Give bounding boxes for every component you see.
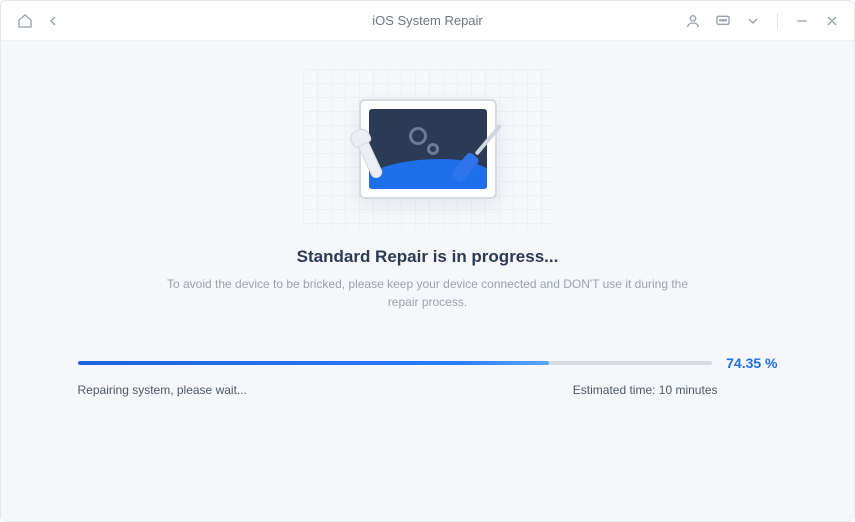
- progress-subtext: To avoid the device to be bricked, pleas…: [163, 275, 693, 311]
- gear-icon: [409, 127, 427, 145]
- estimated-time: Estimated time: 10 minutes: [573, 383, 718, 397]
- progress-fill: [78, 361, 550, 365]
- close-icon[interactable]: [824, 13, 840, 29]
- progress-heading: Standard Repair is in progress...: [297, 247, 559, 267]
- chevron-down-icon[interactable]: [745, 13, 761, 29]
- progress-percent: 74.35 %: [726, 355, 777, 371]
- app-window: iOS System Repair: [0, 0, 855, 522]
- home-icon[interactable]: [17, 13, 33, 29]
- minimize-icon[interactable]: [794, 13, 810, 29]
- user-icon[interactable]: [685, 13, 701, 29]
- progress-status-text: Repairing system, please wait...: [78, 383, 247, 397]
- content-area: Standard Repair is in progress... To avo…: [1, 41, 854, 521]
- titlebar-left: [17, 13, 61, 29]
- illustration: [303, 69, 553, 229]
- back-icon[interactable]: [45, 13, 61, 29]
- titlebar-divider: [777, 13, 778, 29]
- titlebar-right: [685, 13, 840, 29]
- progress-section: 74.35 % Repairing system, please wait...…: [78, 355, 778, 397]
- title-bar: iOS System Repair: [1, 1, 854, 41]
- feedback-icon[interactable]: [715, 13, 731, 29]
- progress-bar: [78, 361, 713, 365]
